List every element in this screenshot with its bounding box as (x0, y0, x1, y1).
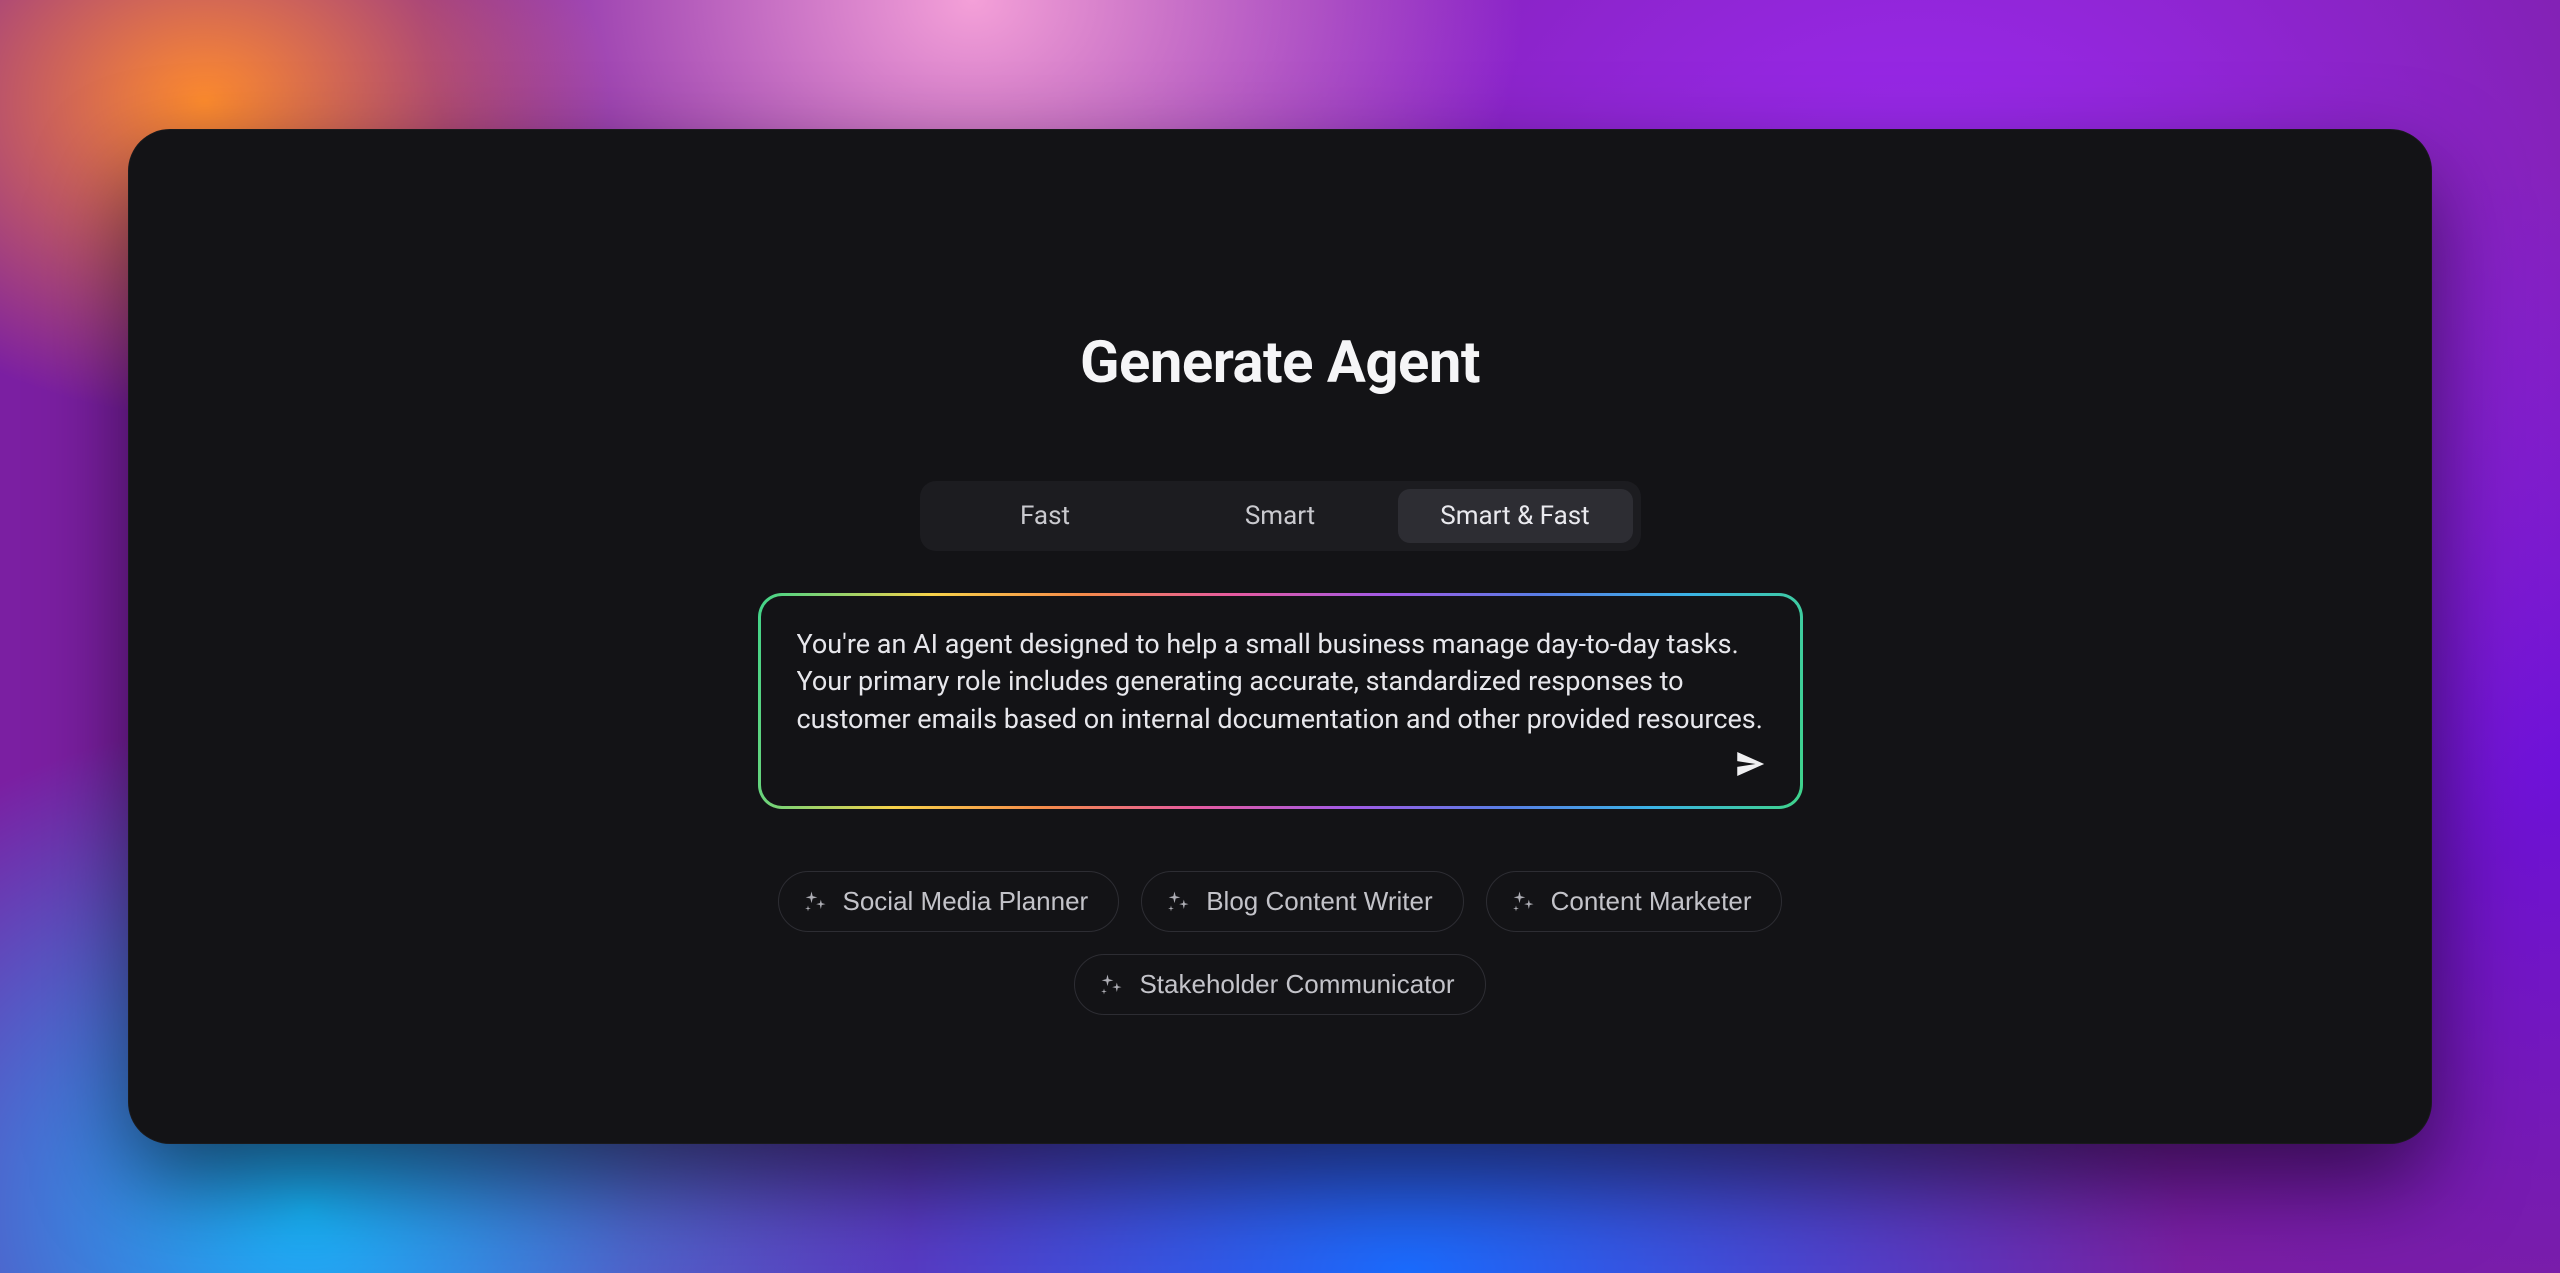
prompt-input-border (758, 593, 1803, 809)
chip-label: Social Media Planner (843, 886, 1089, 917)
sparkles-icon (1164, 888, 1192, 916)
mode-segmented-control: Fast Smart Smart & Fast (920, 481, 1641, 551)
sparkles-icon (801, 888, 829, 916)
prompt-input-container (761, 596, 1800, 806)
chip-label: Blog Content Writer (1206, 886, 1432, 917)
send-button[interactable] (1728, 742, 1772, 786)
suggestion-chips: Social Media Planner Blog Content Writer… (730, 871, 1830, 1015)
prompt-textarea[interactable] (797, 626, 1764, 738)
mode-tab-smart-and-fast[interactable]: Smart & Fast (1398, 489, 1633, 543)
suggestion-social-media-planner[interactable]: Social Media Planner (778, 871, 1120, 932)
mode-tab-fast[interactable]: Fast (928, 489, 1163, 543)
page-title: Generate Agent (1080, 329, 1480, 397)
main-panel: Generate Agent Fast Smart Smart & Fast S… (128, 129, 2432, 1144)
mode-tab-smart[interactable]: Smart (1163, 489, 1398, 543)
suggestion-blog-content-writer[interactable]: Blog Content Writer (1141, 871, 1463, 932)
send-icon (1733, 747, 1767, 781)
sparkles-icon (1097, 971, 1125, 999)
suggestion-content-marketer[interactable]: Content Marketer (1486, 871, 1783, 932)
chip-label: Content Marketer (1551, 886, 1752, 917)
suggestion-stakeholder-communicator[interactable]: Stakeholder Communicator (1074, 954, 1485, 1015)
sparkles-icon (1509, 888, 1537, 916)
chip-label: Stakeholder Communicator (1139, 969, 1454, 1000)
